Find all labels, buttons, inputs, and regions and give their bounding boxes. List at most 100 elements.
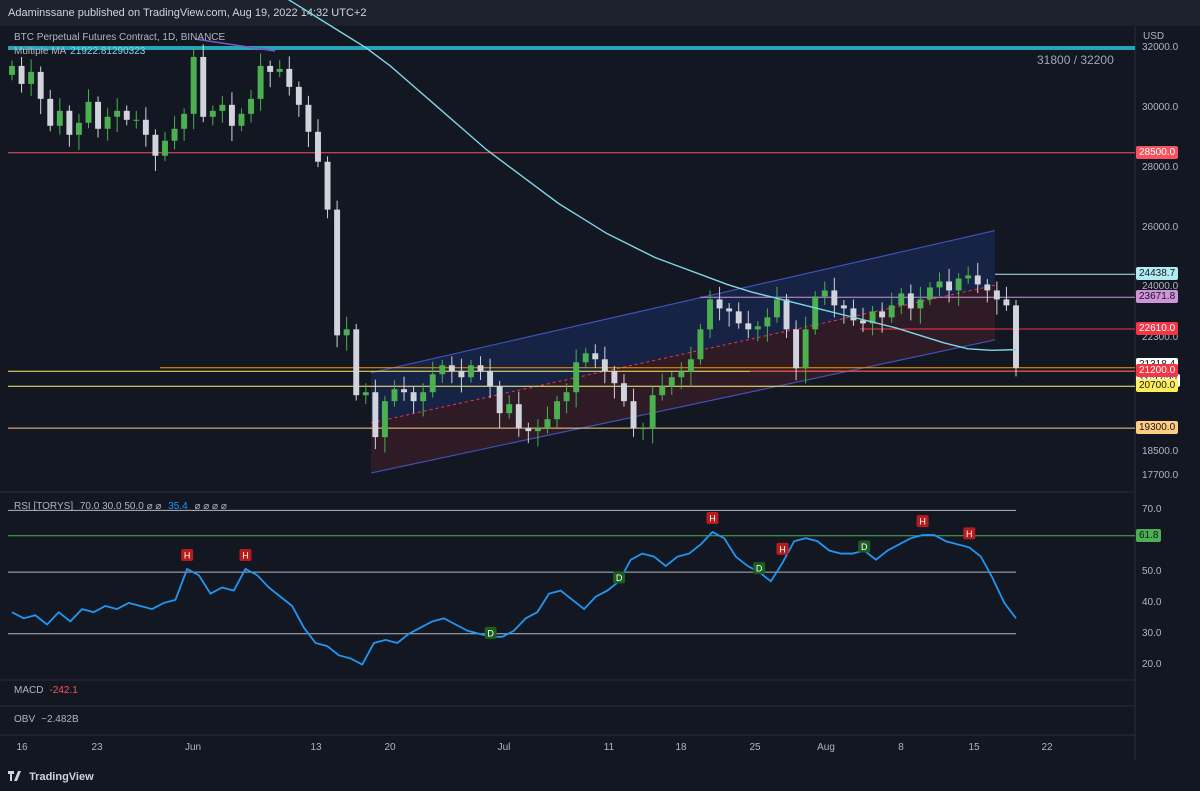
price-tick-label: 28000.0 — [1142, 161, 1179, 173]
rsi-tick-label: 30.0 — [1142, 627, 1162, 639]
candle-body — [630, 401, 637, 429]
candle-body — [228, 104, 235, 126]
rsi-marker-text: H — [919, 517, 926, 527]
candle-body — [726, 308, 733, 312]
candle-body — [735, 311, 742, 324]
rsi-value: 35.4 — [168, 501, 188, 512]
candle-body — [525, 428, 532, 432]
candle-body — [305, 104, 312, 132]
rsi-divergence-marker: D — [858, 540, 871, 553]
candle-body — [687, 359, 694, 372]
candle-body — [802, 329, 809, 369]
rsi-marker-text: D — [487, 628, 494, 638]
time-tick-label: Jun — [184, 742, 202, 753]
candle-body — [343, 329, 350, 336]
candle-body — [917, 299, 924, 309]
candle-body — [95, 101, 102, 129]
candle-body — [448, 365, 455, 372]
candle-body — [534, 428, 541, 432]
brand-label: TradingView — [29, 771, 94, 783]
candle-body — [458, 371, 465, 378]
candle-body — [879, 311, 886, 318]
currency-label: USD — [1143, 31, 1165, 42]
candle-body — [276, 68, 283, 72]
candle-body — [391, 389, 398, 402]
candle-body — [295, 86, 302, 105]
candle-body — [707, 299, 713, 330]
candle-body — [974, 275, 981, 285]
candle-body — [9, 65, 15, 75]
candle-body — [601, 359, 608, 372]
candle-body — [573, 362, 580, 393]
price-tick-label: 30000.0 — [1142, 101, 1179, 113]
candle-body — [515, 404, 522, 429]
time-tick-label: 8 — [898, 742, 904, 753]
price-tick-label: 32000.0 — [1142, 41, 1179, 53]
price-tick-label: 18500.0 — [1142, 446, 1179, 458]
candle-body — [238, 113, 245, 126]
candle-body — [114, 110, 121, 117]
rsi-marker-text: H — [709, 514, 716, 524]
rsi-marker-text: D — [861, 542, 868, 552]
price-axis-label: 21200.0 — [1136, 364, 1179, 378]
price-axis-label: 19300.0 — [1136, 421, 1179, 435]
rsi-marker-text: D — [756, 564, 763, 574]
price-axis-label: 28500.0 — [1136, 145, 1179, 159]
candle-body — [955, 278, 962, 291]
rsi-high-marker: H — [181, 549, 194, 561]
candle-body — [620, 383, 627, 402]
candle-body — [37, 71, 44, 99]
candle-body — [372, 392, 379, 438]
time-tick-label: 18 — [675, 742, 687, 753]
time-tick-label: 13 — [310, 742, 322, 753]
candle-body — [754, 326, 761, 330]
candle-body — [888, 305, 895, 318]
candle-body — [697, 329, 704, 360]
rsi-tick-label: 20.0 — [1142, 658, 1162, 670]
candle-body — [66, 110, 73, 135]
price-axis-label: 23671.8 — [1136, 290, 1179, 304]
candle-body — [716, 299, 723, 309]
candle-body — [381, 401, 388, 438]
candle-body — [773, 299, 780, 318]
time-tick-label: 15 — [968, 742, 980, 753]
candle-body — [410, 392, 417, 402]
candle-body — [133, 119, 140, 121]
candle-body — [582, 353, 589, 363]
candle-body — [362, 392, 369, 396]
time-tick-label: Jul — [497, 742, 511, 753]
rsi-legend: RSI [TORYS] 70.0 30.0 50.0 ⌀ ⌀ 35.4 ⌀ ⌀ … — [14, 501, 227, 512]
candle-body — [152, 134, 159, 156]
price-axis-label: 20700.0 — [1136, 379, 1179, 393]
ma-value: 21922.81290323 — [70, 46, 146, 57]
candle-body — [745, 323, 752, 330]
candle-body — [267, 65, 274, 72]
obv-value: −2.482B — [41, 714, 79, 725]
candle-body — [171, 128, 178, 141]
candle-body — [200, 56, 207, 117]
candle-body — [926, 287, 933, 300]
candle-body — [544, 419, 551, 429]
tradingview-brand[interactable]: TradingView — [8, 771, 94, 783]
candle-body — [468, 365, 474, 378]
candle-body — [793, 329, 800, 369]
rsi-params: 70.0 30.0 50.0 ⌀ ⌀ — [79, 501, 162, 512]
candle-body — [18, 65, 25, 84]
candle-body — [248, 98, 255, 114]
candle-body — [85, 101, 92, 123]
candle-body — [659, 386, 666, 396]
candle-body — [984, 284, 991, 291]
candle-body — [324, 161, 331, 210]
candle-body — [965, 275, 972, 279]
chart-canvas[interactable]: H H D D H D H D H H — [0, 0, 1200, 791]
candle-body — [286, 68, 293, 87]
candle-body — [487, 371, 494, 387]
candle-body — [783, 299, 790, 330]
candle-body — [477, 365, 484, 372]
candle-body — [496, 386, 503, 414]
candle-body — [821, 290, 828, 297]
candle-body — [506, 404, 513, 414]
time-tick-label: 22 — [1041, 742, 1053, 753]
price-axis-label: 22610.0 — [1136, 322, 1179, 336]
range-note: 31800 / 32200 — [1037, 53, 1114, 67]
